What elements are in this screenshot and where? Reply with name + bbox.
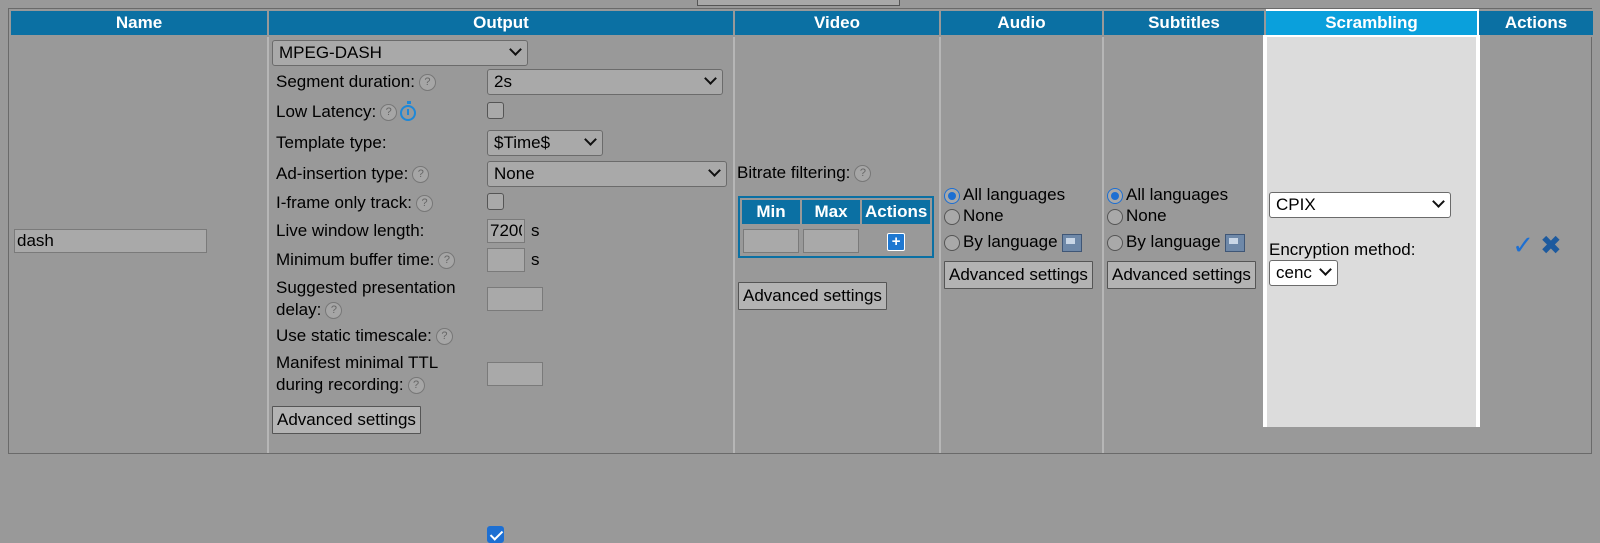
header-output[interactable]: Output: [267, 9, 735, 37]
manifest-ttl-label-line2: during recording:?: [276, 375, 425, 395]
subtitles-radio-all[interactable]: [1107, 187, 1123, 204]
header-video[interactable]: Video: [733, 9, 941, 37]
cell-actions: ✓ ✖: [1477, 36, 1594, 453]
cell-audio: All languages None By language Advanced …: [939, 36, 1103, 453]
bitrate-col-max: Max: [800, 198, 862, 226]
manifest-ttl-label-line1: Manifest minimal TTL: [276, 353, 439, 372]
encryption-method-select[interactable]: cenc: [1269, 260, 1338, 286]
help-icon[interactable]: ?: [438, 252, 456, 270]
video-advanced-settings-button[interactable]: Advanced settings: [738, 282, 887, 310]
static-timescale-label: Use static timescale:?: [276, 326, 453, 346]
live-window-label: Live window length:: [276, 221, 425, 240]
audio-option-all[interactable]: All languages: [944, 185, 1065, 205]
help-icon[interactable]: ?: [416, 195, 434, 213]
iframe-only-checkbox[interactable]: [487, 193, 504, 210]
ad-insertion-label: Ad-insertion type:?: [276, 164, 430, 184]
suggested-delay-label-line2: delay:?: [276, 300, 343, 320]
audio-option-none[interactable]: None: [944, 206, 1004, 226]
help-icon[interactable]: ?: [380, 104, 398, 122]
scrambling-system-select[interactable]: CPIX: [1269, 192, 1451, 218]
top-button-stub[interactable]: [697, 0, 900, 6]
cell-scrambling: CPIX Encryption method: cenc: [1263, 36, 1480, 453]
subtitles-option-by-language[interactable]: By language: [1107, 232, 1245, 252]
language-flag-icon[interactable]: [1224, 233, 1245, 252]
help-icon[interactable]: ?: [325, 302, 343, 320]
encryption-method-label: Encryption method:: [1269, 240, 1416, 259]
live-window-input[interactable]: [487, 219, 525, 243]
subtitles-option-all[interactable]: All languages: [1107, 185, 1228, 205]
subtitles-radio-by-language[interactable]: [1107, 234, 1123, 251]
manifest-ttl-input[interactable]: [487, 362, 543, 386]
language-flag-icon[interactable]: [1061, 233, 1082, 252]
subtitles-advanced-settings-button[interactable]: Advanced settings: [1107, 261, 1256, 289]
subtitles-radio-none[interactable]: [1107, 208, 1123, 225]
help-icon[interactable]: ?: [435, 328, 453, 346]
audio-radio-all[interactable]: [944, 187, 960, 204]
bitrate-col-min: Min: [740, 198, 802, 226]
confirm-checkmark-icon[interactable]: ✓: [1512, 230, 1534, 260]
audio-radio-by-language[interactable]: [944, 234, 960, 251]
stopwatch-icon: [400, 100, 417, 121]
header-scrambling[interactable]: Scrambling: [1264, 9, 1479, 37]
audio-option-by-language[interactable]: By language: [944, 232, 1082, 252]
low-latency-checkbox[interactable]: [487, 102, 504, 119]
help-icon[interactable]: ?: [854, 165, 872, 183]
audio-radio-none[interactable]: [944, 208, 960, 225]
min-buffer-unit: s: [531, 250, 540, 269]
bitrate-max-input[interactable]: [803, 229, 859, 253]
outputs-table: Name Output Video Audio Subtitles Scramb…: [9, 9, 1595, 543]
segment-duration-select[interactable]: 2s: [487, 69, 723, 95]
add-bitrate-filter-plus-icon[interactable]: +: [887, 233, 906, 251]
help-icon[interactable]: ?: [407, 377, 425, 395]
table-row: MPEG-DASH Segment duration:? 2s Low Late…: [10, 36, 1594, 543]
name-input[interactable]: [14, 229, 207, 253]
help-icon[interactable]: ?: [412, 166, 430, 184]
min-buffer-label: Minimum buffer time:?: [276, 250, 456, 270]
help-icon[interactable]: ?: [418, 74, 436, 92]
subtitles-option-none[interactable]: None: [1107, 206, 1167, 226]
iframe-only-label: I-frame only track:?: [276, 193, 434, 213]
bitrate-col-actions: Actions: [859, 198, 933, 226]
bitrate-filter-table: Min Max Actions +: [738, 196, 935, 258]
header-subtitles[interactable]: Subtitles: [1102, 9, 1266, 37]
min-buffer-input[interactable]: [487, 248, 525, 272]
low-latency-label: Low Latency:?: [276, 100, 417, 122]
outputs-table-frame: Name Output Video Audio Subtitles Scramb…: [8, 8, 1595, 543]
bitrate-filtering-label: Bitrate filtering:?: [737, 163, 872, 183]
header-audio[interactable]: Audio: [939, 9, 1104, 37]
template-type-label: Template type:: [276, 133, 387, 152]
ad-insertion-select[interactable]: None: [487, 161, 727, 187]
suggested-delay-label-line1: Suggested presentation: [276, 278, 456, 297]
live-window-unit: s: [531, 221, 540, 240]
output-format-select[interactable]: MPEG-DASH: [272, 40, 528, 66]
audio-advanced-settings-button[interactable]: Advanced settings: [944, 261, 1093, 289]
scrambling-cell-footer: [1263, 427, 1480, 453]
template-type-select[interactable]: $Time$: [487, 130, 603, 156]
cell-video: Bitrate filtering:? Min Max Actions + Ad…: [733, 36, 940, 453]
bitrate-min-input[interactable]: [743, 229, 799, 253]
header-name[interactable]: Name: [9, 9, 269, 37]
cell-output: MPEG-DASH Segment duration:? 2s Low Late…: [267, 36, 734, 543]
cell-name: [10, 36, 268, 453]
cell-subtitles: All languages None By language Advanced …: [1102, 36, 1265, 453]
cancel-cross-icon[interactable]: ✖: [1540, 230, 1562, 260]
suggested-delay-input[interactable]: [487, 287, 543, 311]
header-actions: Actions: [1477, 9, 1595, 37]
static-timescale-checkbox[interactable]: [487, 526, 504, 543]
segment-duration-label: Segment duration:?: [276, 72, 436, 92]
output-advanced-settings-button[interactable]: Advanced settings: [272, 406, 421, 434]
